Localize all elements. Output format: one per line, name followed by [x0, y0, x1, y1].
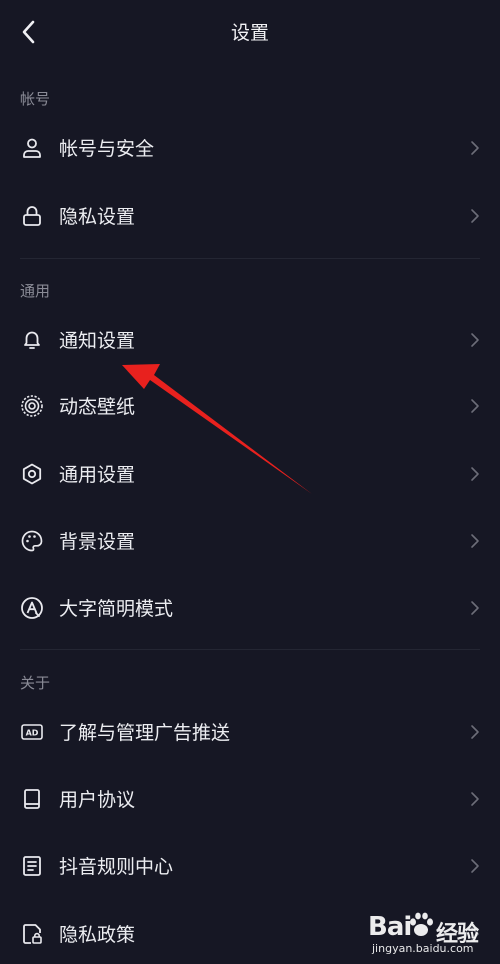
chevron-right-icon: [471, 399, 479, 413]
settings-item-rules-center[interactable]: 抖音规则中心: [0, 838, 500, 894]
settings-item-large-text-mode[interactable]: 大字简明模式: [0, 580, 500, 636]
section-title-about: 关于: [20, 674, 51, 692]
settings-item-ad-management[interactable]: AD 了解与管理广告推送: [0, 704, 500, 760]
divider: [20, 649, 480, 650]
chevron-right-icon: [471, 792, 479, 806]
settings-item-label: 隐私设置: [59, 206, 136, 228]
settings-item-account-security[interactable]: 帐号与安全: [0, 120, 500, 176]
settings-item-label: 隐私政策: [59, 924, 136, 946]
section-title-general: 通用: [20, 282, 51, 300]
svg-text:AD: AD: [26, 728, 39, 737]
settings-item-user-agreement[interactable]: 用户协议: [0, 771, 500, 827]
live-wallpaper-icon: [21, 395, 43, 417]
chevron-right-icon: [471, 601, 479, 615]
settings-item-background[interactable]: 背景设置: [0, 513, 500, 569]
settings-item-label: 了解与管理广告推送: [59, 722, 231, 744]
watermark-url: jingyan.baidu.com: [372, 942, 474, 955]
chevron-right-icon: [471, 333, 479, 347]
chevron-right-icon: [471, 859, 479, 873]
palette-icon: [21, 530, 43, 552]
user-icon: [23, 138, 41, 158]
settings-item-label: 帐号与安全: [59, 138, 155, 160]
gear-icon: [22, 463, 42, 485]
settings-item-label: 抖音规则中心: [59, 856, 174, 878]
page-title: 设置: [230, 22, 269, 44]
settings-item-label: 通知设置: [59, 330, 136, 352]
settings-item-notifications[interactable]: 通知设置: [0, 312, 500, 368]
divider: [20, 258, 480, 259]
chevron-right-icon: [471, 209, 479, 223]
book-icon: [24, 789, 40, 809]
settings-item-live-wallpaper[interactable]: 动态壁纸: [0, 378, 500, 434]
watermark: Bai 经验 jingyan.baidu.com: [368, 908, 488, 958]
settings-item-label: 背景设置: [59, 531, 136, 553]
watermark-brand: Bai: [368, 912, 412, 942]
settings-item-privacy-settings[interactable]: 隐私设置: [0, 188, 500, 244]
settings-item-label: 大字简明模式: [59, 598, 174, 620]
settings-item-general-settings[interactable]: 通用设置: [0, 446, 500, 502]
bell-icon: [24, 331, 40, 349]
settings-item-label: 动态壁纸: [59, 396, 136, 418]
privacy-doc-icon: [23, 924, 42, 944]
chevron-right-icon: [471, 467, 479, 481]
ad-icon: AD: [21, 724, 43, 740]
chevron-right-icon: [471, 534, 479, 548]
lock-icon: [23, 206, 41, 226]
section-title-account: 帐号: [20, 90, 51, 108]
settings-item-label: 通用设置: [59, 464, 136, 486]
header: 设置: [0, 0, 500, 64]
chevron-right-icon: [471, 725, 479, 739]
large-text-icon: [21, 597, 43, 619]
chevron-right-icon: [471, 141, 479, 155]
settings-item-label: 用户协议: [59, 789, 136, 811]
document-icon: [23, 856, 41, 876]
